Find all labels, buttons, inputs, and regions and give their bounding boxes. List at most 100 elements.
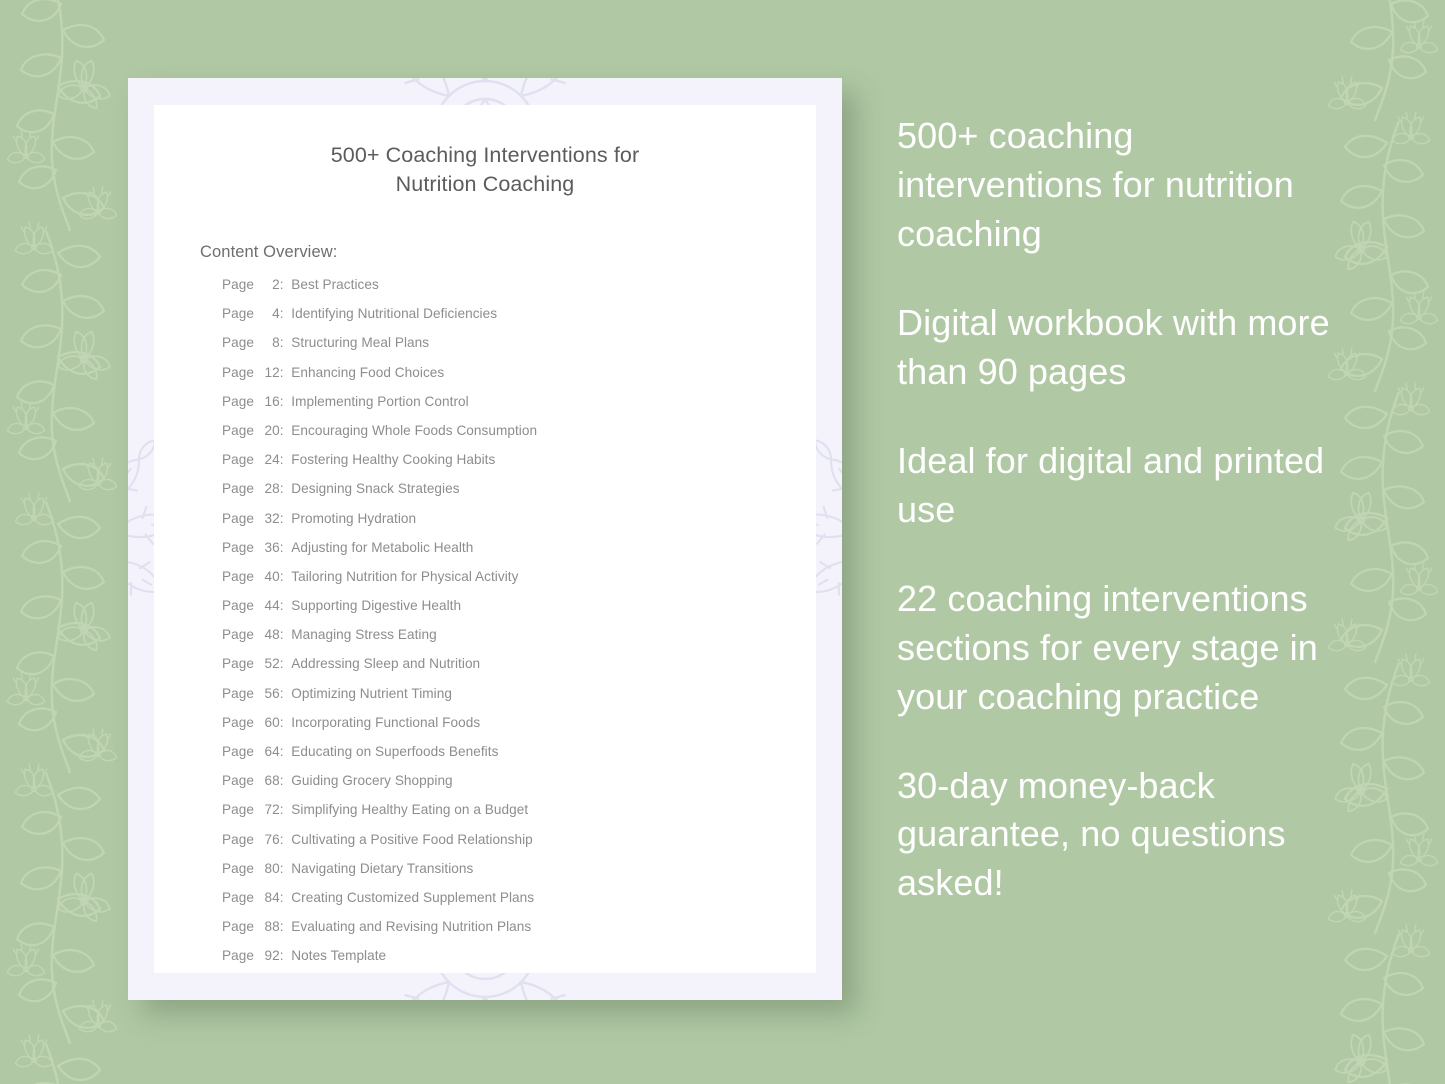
toc-section-title: Simplifying Healthy Eating on a Budget — [291, 802, 529, 818]
toc-spacer — [284, 862, 292, 876]
toc-page-number: 8 — [272, 335, 280, 351]
toc-spacer — [284, 599, 292, 613]
toc-page-word: Page — [222, 948, 254, 964]
toc-section-title: Guiding Grocery Shopping — [291, 773, 453, 789]
toc-page-word: Page — [222, 744, 254, 760]
table-of-contents: Page 2: Best Practices Page 4: Identifyin… — [222, 278, 816, 979]
toc-spacer — [284, 453, 292, 467]
toc-page-number: 36 — [264, 539, 280, 555]
list-item: Page 48: Managing Stress Eating — [222, 628, 816, 657]
toc-page-word: Page — [222, 393, 254, 409]
toc-page-number: 52 — [264, 656, 280, 672]
toc-spacer — [284, 891, 292, 905]
toc-section-title: Creating Customized Supplement Plans — [291, 889, 535, 905]
list-item: Page 24: Fostering Healthy Cooking Habit… — [222, 453, 816, 482]
floral-vine-left-icon — [0, 0, 142, 1084]
toc-spacer — [284, 541, 292, 555]
list-item: Page 4: Identifying Nutritional Deficien… — [222, 307, 816, 336]
feature-item: Ideal for digital and printed use — [897, 439, 1325, 530]
list-item: Page 84: Creating Customized Supplement … — [222, 891, 816, 920]
feature-item: 30-day money-back guarantee, no question… — [897, 764, 1286, 904]
content-overview-label: Content Overview: — [200, 243, 338, 262]
toc-spacer — [284, 803, 292, 817]
list-item: Page 16: Implementing Portion Control — [222, 395, 816, 424]
list-item: Page 32: Promoting Hydration — [222, 510, 816, 541]
workbook-preview-card: 500+ Coaching Interventions for Nutritio… — [128, 78, 842, 1000]
toc-section-title: Managing Stress Eating — [291, 627, 437, 643]
feature-item: 22 coaching interventions sections for e… — [897, 577, 1318, 717]
toc-spacer — [284, 920, 292, 934]
toc-spacer — [284, 307, 292, 321]
toc-section-title: Promoting Hydration — [291, 510, 417, 526]
toc-section-title: Supporting Digestive Health — [291, 598, 462, 614]
toc-page-word: Page — [222, 919, 254, 935]
toc-page-word: Page — [222, 802, 254, 818]
toc-spacer — [284, 774, 292, 788]
list-item: Page 2: Best Practices — [222, 278, 816, 307]
toc-section-title: Best Practices — [291, 277, 379, 293]
toc-page-number: 44 — [264, 598, 280, 614]
toc-page-word: Page — [222, 335, 254, 351]
list-item: Page 80: Navigating Dietary Transitions — [222, 862, 816, 891]
toc-page-word: Page — [222, 773, 254, 789]
list-item: Page 68: Guiding Grocery Shopping — [222, 774, 816, 803]
toc-page-number: 40 — [264, 568, 280, 584]
toc-page-number: 72 — [264, 802, 280, 818]
toc-section-title: Adjusting for Metabolic Health — [291, 539, 474, 555]
toc-spacer — [284, 512, 292, 526]
toc-spacer — [284, 628, 292, 642]
toc-page-word: Page — [222, 685, 254, 701]
list-item: Page 56: Optimizing Nutrient Timing — [222, 687, 816, 716]
toc-section-title: Structuring Meal Plans — [291, 335, 430, 351]
toc-page-word: Page — [222, 656, 254, 672]
toc-page-word: Page — [222, 831, 254, 847]
toc-spacer — [284, 745, 292, 759]
toc-page-word: Page — [222, 860, 254, 876]
toc-spacer — [284, 687, 292, 701]
toc-page-word: Page — [222, 364, 254, 380]
toc-page-number: 2 — [272, 277, 280, 293]
toc-page-number: 12 — [264, 364, 280, 380]
list-item: Page 44: Supporting Digestive Health — [222, 599, 816, 628]
toc-section-title: Fostering Healthy Cooking Habits — [291, 452, 496, 468]
toc-section-title: Enhancing Food Choices — [291, 364, 445, 380]
toc-page-number: 4 — [272, 306, 280, 322]
page-title: 500+ Coaching Interventions for Nutritio… — [154, 139, 816, 199]
list-item: Page 60: Incorporating Functional Foods — [222, 716, 816, 745]
feature-list: 500+ coaching interventions for nutritio… — [897, 112, 1337, 908]
toc-spacer — [284, 366, 292, 380]
toc-page-number: 84 — [264, 889, 280, 905]
toc-section-title: Navigating Dietary Transitions — [291, 860, 474, 876]
toc-section-title: Optimizing Nutrient Timing — [291, 685, 452, 701]
list-item: Page 36: Adjusting for Metabolic Health — [222, 541, 816, 570]
toc-section-title: Evaluating and Revising Nutrition Plans — [291, 919, 532, 935]
page-title-line-2: Nutrition Coaching — [395, 172, 575, 197]
list-item: Page 20: Encouraging Whole Foods Consump… — [222, 424, 816, 453]
toc-page-number: 80 — [264, 860, 280, 876]
list-item: Page 40: Tailoring Nutrition for Physica… — [222, 570, 816, 599]
toc-spacer — [284, 657, 292, 671]
toc-page-number: 64 — [264, 744, 280, 760]
toc-page-number: 68 — [264, 773, 280, 789]
toc-spacer — [284, 716, 292, 730]
toc-page-number: 76 — [264, 831, 280, 847]
toc-page-word: Page — [222, 627, 254, 643]
toc-page-word: Page — [222, 598, 254, 614]
page-title-line-1: 500+ Coaching Interventions for — [330, 143, 640, 167]
toc-page-number: 32 — [264, 510, 280, 526]
toc-page-word: Page — [222, 422, 254, 438]
toc-spacer — [284, 949, 292, 963]
toc-section-title: Tailoring Nutrition for Physical Activit… — [291, 568, 519, 584]
toc-spacer — [284, 336, 292, 350]
toc-section-title: Cultivating a Positive Food Relationship — [291, 831, 533, 847]
toc-page-word: Page — [222, 539, 254, 555]
toc-spacer — [284, 395, 292, 409]
toc-spacer — [284, 833, 292, 847]
toc-page-number: 20 — [264, 422, 280, 438]
toc-section-title: Notes Template — [291, 948, 387, 964]
toc-spacer — [284, 424, 292, 438]
list-item: Page 92: Notes Template — [222, 949, 816, 978]
toc-spacer — [284, 278, 292, 292]
toc-section-title: Educating on Superfoods Benefits — [291, 744, 499, 760]
list-item: Page 12: Enhancing Food Choices — [222, 364, 816, 395]
